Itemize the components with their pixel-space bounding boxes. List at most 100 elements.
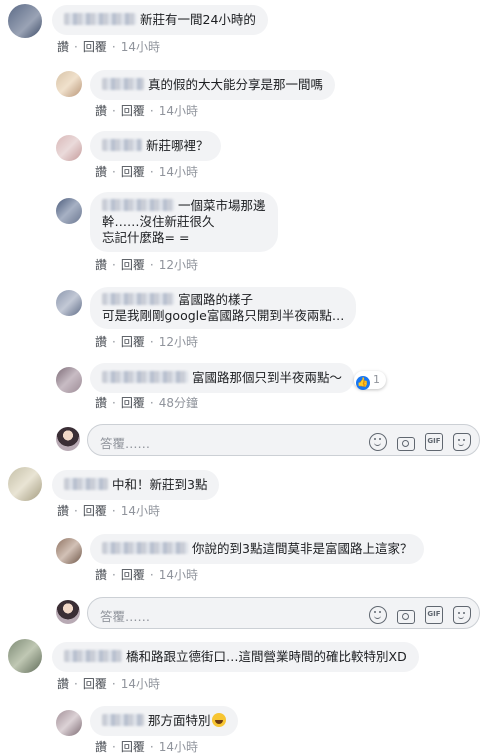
comment-bubble: 你說的到3點這間莫非是富國路上這家？ <box>90 534 425 564</box>
reply-link[interactable]: 回覆 <box>121 104 145 118</box>
like-link[interactable]: 讚 <box>95 104 107 118</box>
like-link[interactable]: 讚 <box>57 504 69 518</box>
comment-text-line: 忘記什麼路= = <box>102 230 190 245</box>
like-link[interactable]: 讚 <box>57 40 69 54</box>
reply-link[interactable]: 回覆 <box>121 568 145 582</box>
comment-time[interactable]: 48分鐘 <box>159 396 198 410</box>
comment-bubble: 新莊哪裡？ <box>90 131 221 161</box>
comment-actions: 讚 · 回覆 · 12小時 <box>95 335 198 349</box>
avatar[interactable] <box>56 135 82 161</box>
commenter-name[interactable] <box>102 199 174 211</box>
comment-text: 中和！新莊到3點 <box>112 477 208 492</box>
comment-text: 你說的到3點這間莫非是富國路上這家？ <box>192 541 413 556</box>
comment-time[interactable]: 12小時 <box>159 335 198 349</box>
comment-text: 真的假的大大能分享是那一間嗎 <box>148 77 324 92</box>
avatar[interactable] <box>56 367 82 393</box>
gif-icon[interactable]: GIF <box>425 432 443 451</box>
avatar[interactable] <box>56 290 82 316</box>
comment-text-line: 一個菜市場那邊 <box>178 198 266 213</box>
composer-tools: GIF <box>359 431 471 451</box>
commenter-name[interactable] <box>64 650 122 662</box>
comment-actions: 讚 · 回覆 · 14小時 <box>95 104 198 118</box>
comment-bubble: 橋和路跟立德街口…這間營業時間的確比較特別XD <box>52 642 419 672</box>
current-user-avatar <box>56 427 80 451</box>
reply-input[interactable]: 答覆…… GIF <box>87 597 480 629</box>
like-link[interactable]: 讚 <box>95 740 107 754</box>
avatar[interactable] <box>8 639 42 673</box>
comment-actions: 讚 · 回覆 · 14小時 <box>95 568 198 582</box>
reply-link[interactable]: 回覆 <box>121 740 145 754</box>
sticker-icon[interactable] <box>453 605 471 624</box>
avatar[interactable] <box>56 710 82 736</box>
like-link[interactable]: 讚 <box>95 165 107 179</box>
like-count: 1 <box>373 373 380 386</box>
reply-link[interactable]: 回覆 <box>121 258 145 272</box>
gif-icon[interactable]: GIF <box>425 605 443 624</box>
comment-actions: 讚 · 回覆 · 14小時 <box>57 677 160 691</box>
comment-time[interactable]: 12小時 <box>159 258 198 272</box>
reply-link[interactable]: 回覆 <box>121 335 145 349</box>
commenter-name[interactable] <box>102 139 142 151</box>
commenter-name[interactable] <box>64 478 108 490</box>
comment-actions: 讚 · 回覆 · 14小時 <box>95 165 198 179</box>
avatar[interactable] <box>56 71 82 97</box>
comment-actions: 讚 · 回覆 · 12小時 <box>95 258 198 272</box>
laughing-emoji-icon <box>211 713 226 727</box>
camera-icon[interactable] <box>397 609 415 624</box>
reply-link[interactable]: 回覆 <box>83 504 107 518</box>
commenter-name[interactable] <box>102 542 188 554</box>
reply-link[interactable]: 回覆 <box>83 40 107 54</box>
comment-text: 新莊有一間24小時的 <box>140 12 256 27</box>
composer-tools: GIF <box>359 604 471 624</box>
reply-placeholder: 答覆…… <box>100 436 151 451</box>
comment-time[interactable]: 14小時 <box>121 40 160 54</box>
reply-link[interactable]: 回覆 <box>121 165 145 179</box>
comment-bubble: 一個菜市場那邊 幹……沒住新莊很久 忘記什麼路= = <box>90 192 278 252</box>
comment-text: 新莊哪裡？ <box>146 138 209 153</box>
commenter-name[interactable] <box>64 13 136 25</box>
comment-time[interactable]: 14小時 <box>159 568 198 582</box>
avatar[interactable] <box>56 198 82 224</box>
like-link[interactable]: 讚 <box>95 258 107 272</box>
comment-text: 富國路那個只到半夜兩點～ <box>192 370 343 385</box>
comment-text: 那方面特別 <box>148 713 211 728</box>
camera-icon[interactable] <box>397 436 415 451</box>
comment-time[interactable]: 14小時 <box>121 677 160 691</box>
like-link[interactable]: 讚 <box>95 568 107 582</box>
like-link[interactable]: 讚 <box>95 396 107 410</box>
comment-time[interactable]: 14小時 <box>159 740 198 754</box>
like-link[interactable]: 讚 <box>57 677 69 691</box>
comment-time[interactable]: 14小時 <box>159 104 198 118</box>
reply-link[interactable]: 回覆 <box>121 396 145 410</box>
commenter-name[interactable] <box>102 293 174 305</box>
like-link[interactable]: 讚 <box>95 335 107 349</box>
comment-actions: 讚 · 回覆 · 14小時 <box>57 504 160 518</box>
comment-bubble: 富國路的樣子 可是我剛剛google富國路只開到半夜兩點… <box>90 287 357 329</box>
reply-link[interactable]: 回覆 <box>83 677 107 691</box>
avatar[interactable] <box>8 467 42 501</box>
sticker-icon[interactable] <box>453 432 471 451</box>
comment-bubble: 中和！新莊到3點 <box>52 470 220 500</box>
comment-bubble: 新莊有一間24小時的 <box>52 5 268 35</box>
reply-input[interactable]: 答覆…… GIF <box>87 424 480 456</box>
comment-text: 橋和路跟立德街口…這間營業時間的確比較特別XD <box>126 649 407 664</box>
like-icon: 👍 <box>356 376 370 390</box>
avatar[interactable] <box>8 4 42 38</box>
comment-time[interactable]: 14小時 <box>159 165 198 179</box>
reply-placeholder: 答覆…… <box>100 609 151 624</box>
current-user-avatar <box>56 600 80 624</box>
comment-actions: 讚 · 回覆 · 48分鐘 <box>95 396 198 410</box>
comment-text-line: 可是我剛剛google富國路只開到半夜兩點… <box>102 308 345 323</box>
commenter-name[interactable] <box>102 371 188 383</box>
comment-bubble: 真的假的大大能分享是那一間嗎 <box>90 70 336 100</box>
comment-actions: 讚 · 回覆 · 14小時 <box>57 40 160 54</box>
avatar[interactable] <box>56 538 82 564</box>
comment-text-line: 幹……沒住新莊很久 <box>102 214 215 229</box>
commenter-name[interactable] <box>102 714 144 726</box>
comment-time[interactable]: 14小時 <box>121 504 160 518</box>
smile-icon[interactable] <box>369 432 387 451</box>
commenter-name[interactable] <box>102 78 144 90</box>
comment-actions: 讚 · 回覆 · 14小時 <box>95 740 198 754</box>
like-count-badge[interactable]: 👍 1 <box>354 371 386 390</box>
smile-icon[interactable] <box>369 605 387 624</box>
